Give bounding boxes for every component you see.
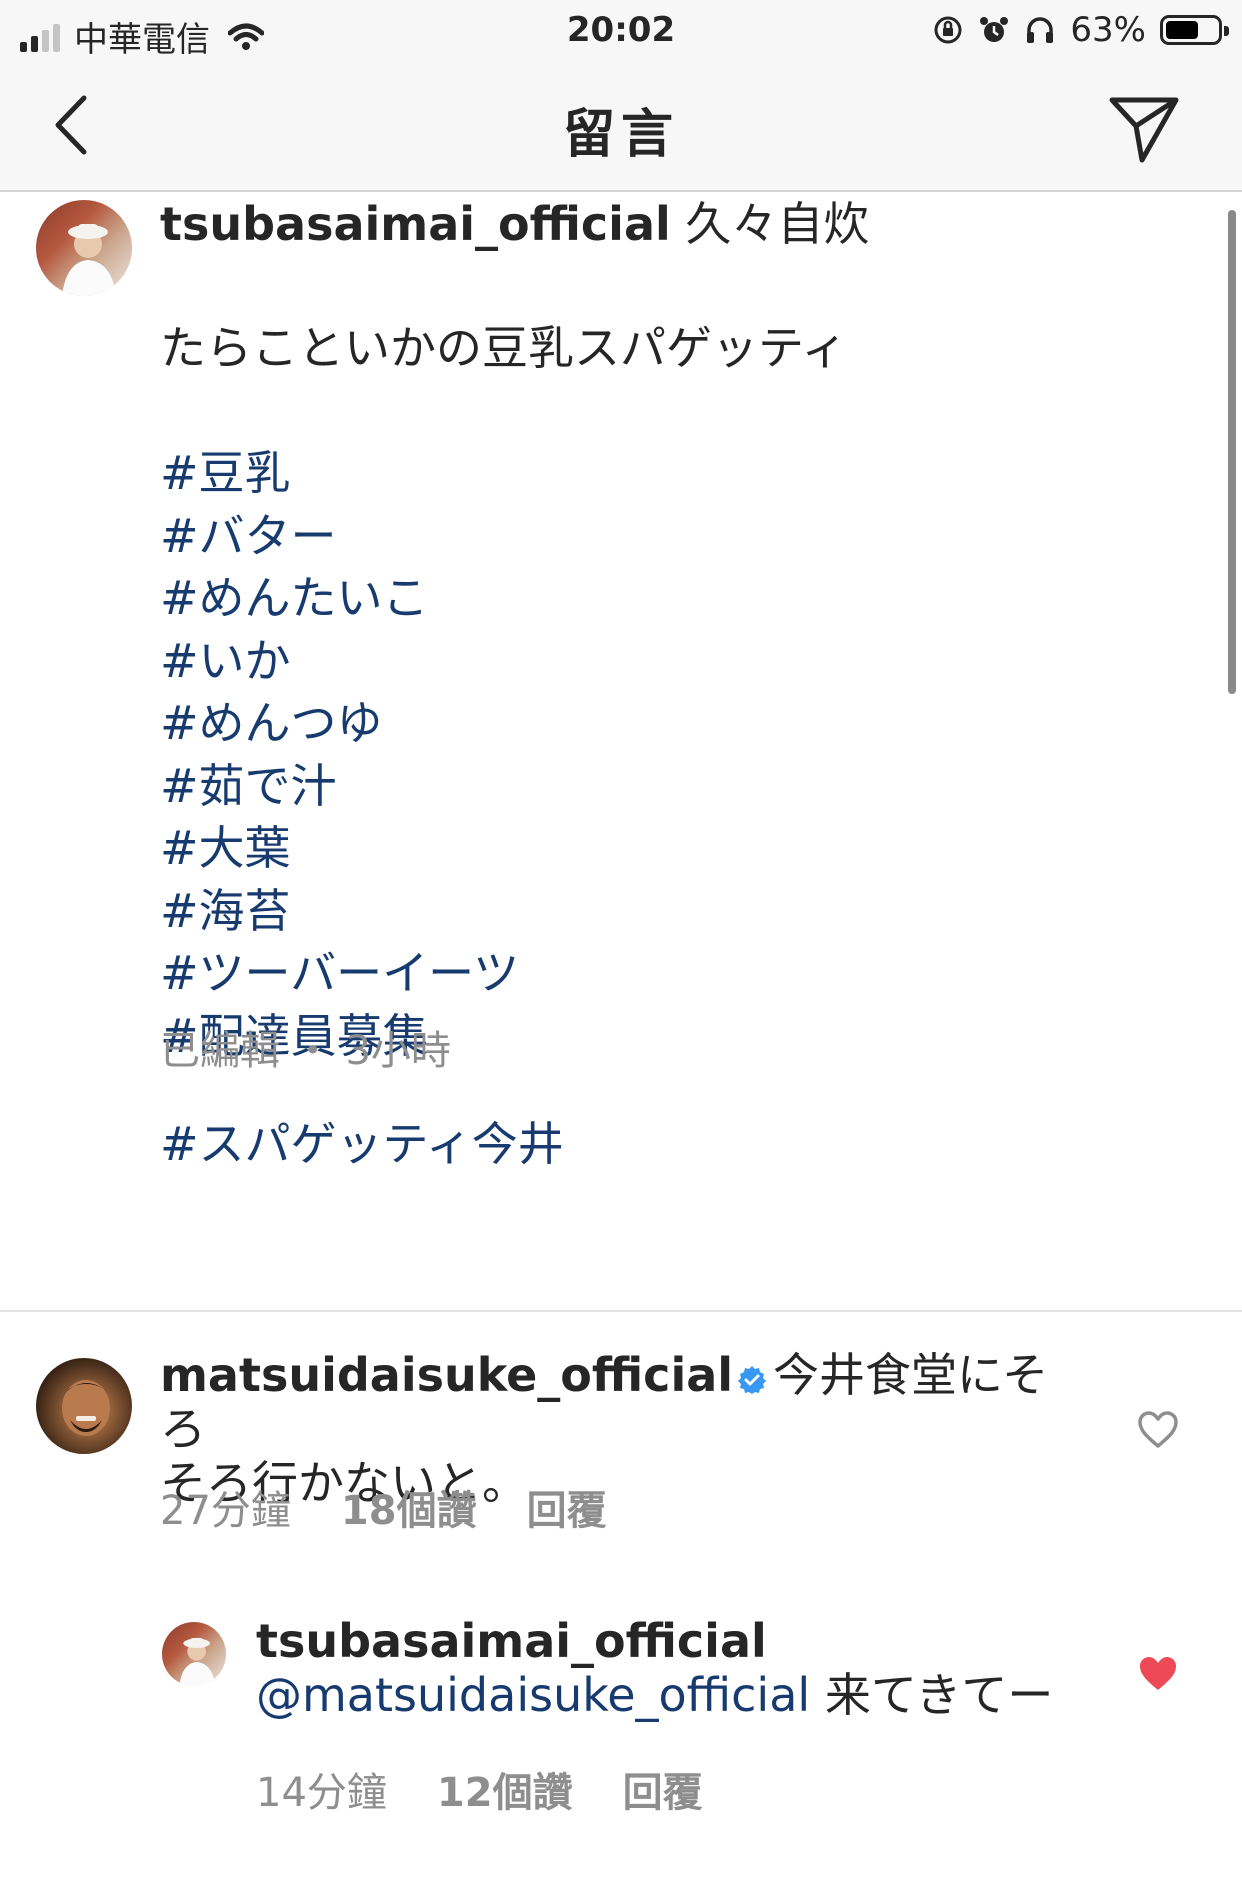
reply-likes[interactable]: 12個讚 — [437, 1760, 573, 1818]
hashtag-link[interactable]: #めんつゆ — [160, 692, 1160, 755]
caption-first-line: 久々自炊 — [685, 197, 870, 251]
hashtag-link[interactable]: #大葉 — [160, 817, 1160, 880]
caption-second-line: たらこといかの豆乳スパゲッティ — [160, 321, 848, 375]
meta-separator: ・ — [292, 1028, 333, 1074]
orientation-lock-icon — [934, 16, 962, 44]
status-bar-right: 63% — [932, 10, 1229, 50]
hashtag-link[interactable]: #茹で汁 — [160, 755, 1160, 818]
avatar[interactable] — [36, 1358, 132, 1454]
reply-body: tsubasaimai_official @matsuidaisuke_offi… — [256, 1614, 1116, 1722]
reply-button[interactable]: 回覆 — [527, 1478, 607, 1536]
mention-link[interactable]: @matsuidaisuke_official — [256, 1668, 810, 1722]
reply-username[interactable]: tsubasaimai_official — [256, 1614, 1116, 1668]
comment-time: 27分鐘 — [160, 1488, 291, 1534]
post-caption: tsubasaimai_official 久々自炊 たらこといかの豆乳スパゲッテ… — [0, 192, 1242, 1310]
hashtag-link[interactable]: #豆乳 — [160, 442, 1160, 505]
scrollbar[interactable] — [1228, 210, 1236, 694]
hashtag-link[interactable]: #ツーバーイーツ — [160, 942, 1160, 1005]
heart-filled-icon[interactable] — [1136, 1654, 1180, 1694]
comment-likes[interactable]: 18個讚 — [341, 1478, 477, 1536]
hashtag-link[interactable]: #めんたいこ — [160, 567, 1160, 630]
reply-button[interactable]: 回覆 — [623, 1760, 703, 1818]
caption-meta: 已編輯 ・ 3小時 — [160, 1018, 451, 1076]
heart-outline-icon[interactable] — [1136, 1410, 1180, 1450]
comment-meta: 27分鐘 18個讚 回覆 — [160, 1478, 607, 1536]
reply-text: 来てきてー — [824, 1668, 1054, 1722]
paper-plane-icon[interactable] — [1106, 90, 1182, 166]
reply-meta: 14分鐘 12個讚 回覆 — [256, 1760, 703, 1818]
verified-badge-icon — [738, 1366, 767, 1394]
hashtag-link[interactable]: #バター — [160, 505, 1160, 568]
comment-username[interactable]: matsuidaisuke_official — [160, 1348, 733, 1402]
edited-label: 已編輯 — [160, 1028, 280, 1074]
caption-username[interactable]: tsubasaimai_official — [160, 197, 671, 251]
hashtag-list: #豆乳 #バター #めんたいこ #いか #めんつゆ #茹で汁 #大葉 #海苔 #ツーバーイーツ #… — [160, 442, 1160, 1067]
comment-reply: tsubasaimai_official @matsuidaisuke_offi… — [0, 1596, 1242, 1866]
battery-percentage: 63% — [1070, 10, 1146, 50]
hashtag-link[interactable]: #スパゲッティ今井 — [160, 1113, 1160, 1176]
avatar[interactable] — [36, 200, 132, 296]
avatar[interactable] — [162, 1622, 226, 1686]
headphones-icon — [1027, 17, 1054, 43]
caption-time: 3小時 — [345, 1028, 451, 1074]
hashtag-link[interactable]: #いか — [160, 630, 1160, 693]
alarm-icon — [980, 17, 1009, 42]
navigation-bar: 留言 — [0, 62, 1242, 192]
hashtag-link[interactable]: #海苔 — [160, 880, 1160, 943]
battery-icon — [1160, 15, 1229, 45]
status-bar: 中華電信 20:02 63% — [0, 0, 1242, 62]
reply-time: 14分鐘 — [256, 1770, 387, 1816]
comment: matsuidaisuke_official 今井食堂にそろ そろ行かないと。 … — [0, 1312, 1242, 1572]
page-title: 留言 — [562, 105, 679, 165]
